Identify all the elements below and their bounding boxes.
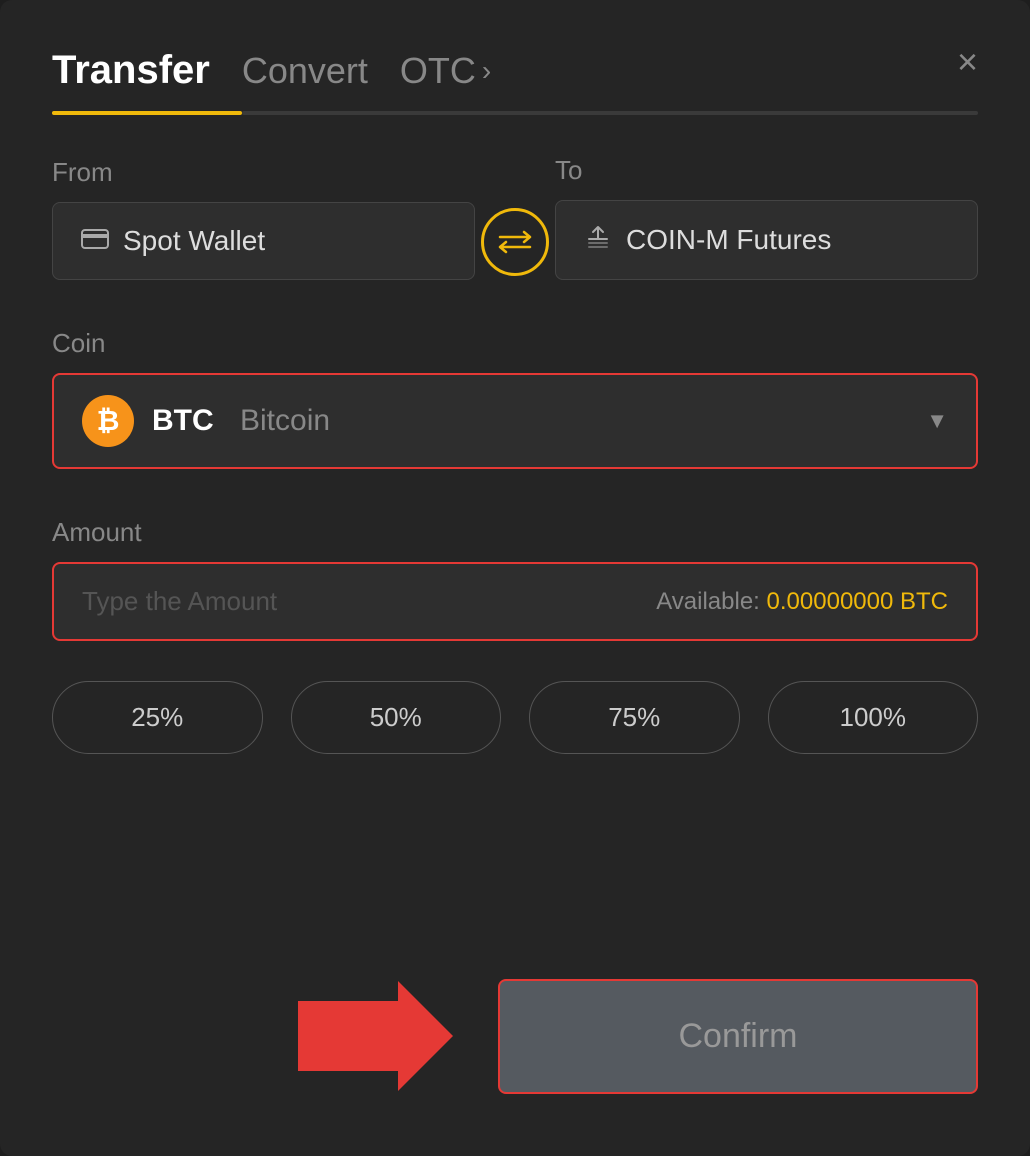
futures-icon	[584, 223, 612, 257]
confirm-row: Confirm	[52, 976, 978, 1096]
arrow-indicator	[298, 976, 458, 1096]
coin-ticker: BTC	[152, 404, 214, 438]
wallet-card-icon	[81, 227, 109, 255]
percent-100-button[interactable]: 100%	[768, 681, 979, 754]
active-tab-underline	[52, 111, 242, 115]
to-column: To COIN-M Futures	[555, 155, 978, 280]
from-to-row: From Spot Wallet	[52, 155, 978, 280]
header-tabs: Transfer Convert OTC ›	[52, 48, 978, 93]
swap-button[interactable]	[481, 208, 549, 276]
from-wallet-select[interactable]: Spot Wallet	[52, 202, 475, 280]
percent-25-button[interactable]: 25%	[52, 681, 263, 754]
coin-label: Coin	[52, 328, 105, 358]
tab-convert[interactable]: Convert	[242, 50, 368, 92]
percent-50-button[interactable]: 50%	[291, 681, 502, 754]
amount-section: Amount Type the Amount Available: 0.0000…	[52, 517, 978, 641]
percent-row: 25% 50% 75% 100%	[52, 681, 978, 754]
inactive-tab-underline	[242, 111, 978, 115]
percent-75-button[interactable]: 75%	[529, 681, 740, 754]
to-label: To	[555, 155, 978, 186]
coin-select[interactable]: ₿ BTC Bitcoin ▼	[52, 373, 978, 469]
available-value: 0.00000000 BTC	[767, 588, 948, 615]
tab-otc[interactable]: OTC ›	[400, 50, 491, 92]
available-text: Available: 0.00000000 BTC	[656, 588, 948, 616]
to-wallet-label: COIN-M Futures	[626, 224, 831, 256]
coin-name: Bitcoin	[232, 404, 330, 438]
amount-input-box[interactable]: Type the Amount Available: 0.00000000 BT…	[52, 562, 978, 641]
transfer-modal: × Transfer Convert OTC › From	[0, 0, 1030, 1156]
from-label: From	[52, 157, 475, 188]
from-wallet-label: Spot Wallet	[123, 225, 265, 257]
to-wallet-select[interactable]: COIN-M Futures	[555, 200, 978, 280]
coin-section: Coin ₿ BTC Bitcoin ▼	[52, 328, 978, 469]
coin-chevron-icon: ▼	[926, 408, 948, 434]
close-button[interactable]: ×	[957, 44, 978, 80]
amount-placeholder: Type the Amount	[82, 586, 277, 617]
from-column: From Spot Wallet	[52, 157, 475, 280]
tab-underline-row	[52, 111, 978, 115]
amount-label: Amount	[52, 517, 142, 547]
swap-btn-wrapper	[475, 208, 555, 280]
tab-transfer[interactable]: Transfer	[52, 48, 210, 93]
chevron-right-icon: ›	[482, 55, 491, 87]
confirm-button[interactable]: Confirm	[498, 979, 978, 1094]
btc-icon: ₿	[82, 395, 134, 447]
